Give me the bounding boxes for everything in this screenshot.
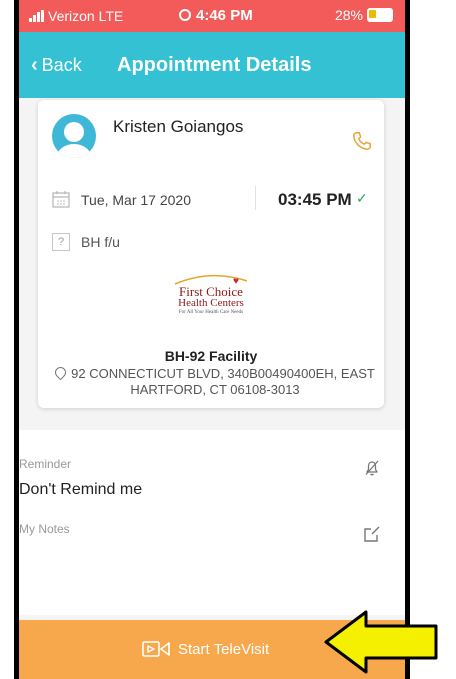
battery-percent: 28% (334, 7, 363, 23)
appointment-date: Tue, Mar 17 2020 (81, 192, 191, 208)
edit-icon[interactable] (362, 524, 382, 544)
appointment-card: Kristen Goiangos Tue, Mar 17 2020 03:45 … (38, 100, 384, 408)
bell-off-icon[interactable] (362, 458, 382, 478)
patient-name: Kristen Goiangos (113, 117, 244, 136)
appointment-time: 03:45 PM (278, 190, 352, 209)
phone-icon[interactable] (351, 130, 373, 152)
carrier-info: Verizon LTE (29, 8, 123, 24)
battery-icon (367, 8, 393, 22)
video-camera-icon (142, 641, 170, 657)
signal-icon (29, 10, 44, 22)
chevron-left-icon: ‹ (31, 54, 38, 76)
notes-label: My Notes (19, 522, 70, 536)
avatar (52, 114, 96, 158)
reminder-value[interactable]: Don't Remind me (19, 481, 142, 499)
facility-address[interactable]: 92 CONNECTICUT BLVD, 340B00490400EH, EAS… (50, 364, 380, 398)
check-icon: ✓ (356, 190, 368, 206)
start-televisit-label: Start TeleVisit (178, 641, 270, 658)
details-section: Reminder Don't Remind me My Notes (19, 430, 405, 615)
status-time: 4:46 PM (179, 7, 253, 24)
callout-arrow-icon (324, 610, 438, 674)
reminder-label: Reminder (19, 457, 72, 471)
back-button[interactable]: ‹ Back (31, 54, 82, 77)
address-text: 92 CONNECTICUT BLVD, 340B00490400EH, EAS… (71, 366, 375, 397)
divider (255, 186, 256, 210)
logo-arc-icon (174, 274, 248, 285)
alarm-icon (179, 9, 191, 21)
logo-tagline: For All Your Health Care Needs (178, 310, 244, 315)
phone-screen: Verizon LTE 4:46 PM 28% ‹ Back Appointmen… (19, 0, 405, 679)
logo-line-2: Health Centers (178, 297, 244, 309)
nav-bar: ‹ Back Appointment Details (19, 32, 405, 98)
carrier-label: Verizon LTE (48, 8, 124, 24)
appointment-reason: BH f/u (81, 234, 120, 250)
battery: 28% (335, 7, 393, 23)
question-icon: ? (52, 233, 70, 251)
back-label: Back (41, 55, 82, 75)
calendar-icon (52, 191, 70, 208)
page-title: Appointment Details (117, 54, 312, 76)
heart-icon: ♥ (233, 276, 239, 287)
location-pin-icon (52, 364, 69, 381)
facility-name: BH-92 Facility (164, 348, 258, 364)
status-bar: Verizon LTE 4:46 PM 28% (19, 0, 405, 32)
facility-logo: ♥ First Choice Health Centers For All Yo… (171, 274, 251, 316)
